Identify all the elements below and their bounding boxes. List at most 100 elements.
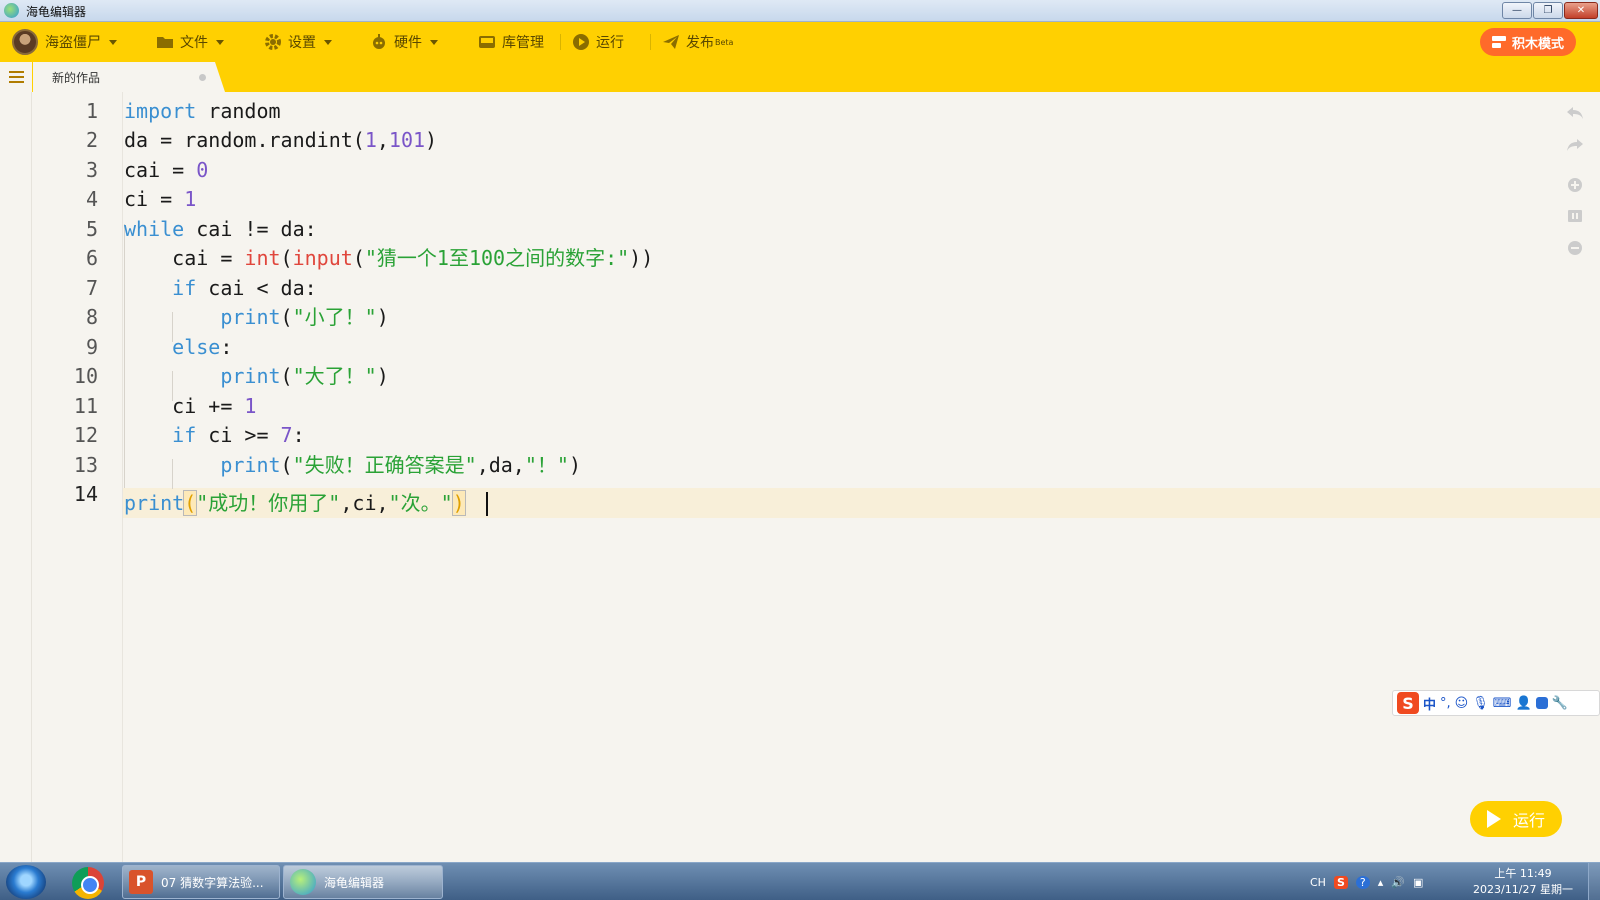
hardware-menu-label: 硬件 (394, 35, 422, 51)
line-number: 8 (85, 305, 98, 329)
code-line: import random (124, 99, 281, 123)
line-number: 14 (73, 482, 98, 506)
code-line: print("小了！") (124, 305, 389, 329)
speaker-icon[interactable]: 🔊 (1391, 876, 1405, 889)
tray-expand-icon[interactable]: ▴ (1378, 876, 1384, 889)
code-editor[interactable]: import random da = random.randint(1,101)… (123, 92, 1600, 862)
sidebar-toggle-icon[interactable] (0, 62, 32, 92)
chevron-down-icon (216, 39, 224, 45)
windows-taskbar: P 07 猜数字算法验... 海龟编辑器 CH S ? ▴ 🔊 ▣ 上午 11:… (0, 862, 1600, 900)
clock-date: 2023/11/27 星期一 (1473, 883, 1573, 896)
emoji-icon[interactable]: ☺ (1455, 696, 1469, 711)
skin-icon[interactable] (1535, 697, 1548, 709)
title-bar: 海龟编辑器 — ❐ ✕ (0, 0, 1600, 22)
tab-new-work[interactable]: 新的作品 (33, 62, 225, 92)
left-panel (0, 92, 32, 862)
ime-punctuation[interactable]: °, (1440, 696, 1451, 711)
input-language-indicator[interactable]: CH (1310, 876, 1326, 889)
code-line: print("成功！你用了",ci,"次。") (124, 490, 466, 516)
system-tray: CH S ? ▴ 🔊 ▣ (1310, 863, 1423, 900)
line-number: 7 (85, 276, 98, 300)
show-desktop-button[interactable] (1588, 863, 1600, 900)
paper-plane-icon (663, 35, 679, 49)
taskbar-item-powerpoint[interactable]: P 07 猜数字算法验... (122, 865, 280, 899)
line-number: 13 (73, 453, 98, 477)
line-number: 3 (85, 158, 98, 182)
clock-time: 上午 11:49 (1494, 867, 1552, 880)
line-number-gutter: 1 2 3 4 5 6 7 8 9 10 11 12 13 14 (32, 92, 123, 862)
tab-label: 新的作品 (52, 71, 101, 85)
ime-toolbar[interactable]: S 中 °, ☺ 🎙 ⌨ 👤 🔧 (1392, 690, 1600, 716)
start-button[interactable] (6, 865, 46, 899)
text-cursor (486, 492, 488, 516)
publish-button[interactable]: 发布 Beta (662, 22, 733, 62)
taskbar-clock[interactable]: 上午 11:49 2023/11/27 星期一 (1468, 866, 1578, 898)
block-mode-button[interactable]: 积木模式 (1480, 28, 1576, 56)
play-circle-icon (573, 34, 589, 50)
close-button[interactable]: ✕ (1564, 2, 1598, 19)
file-menu[interactable]: 文件 (156, 22, 224, 62)
file-menu-label: 文件 (180, 35, 208, 51)
code-line: print("大了！") (124, 364, 389, 388)
code-line: if ci >= 7: (124, 423, 305, 447)
beta-badge: Beta (715, 37, 734, 47)
gear-icon (265, 34, 281, 50)
publish-label: 发布 (686, 35, 714, 51)
microphone-icon[interactable]: 🎙 (1472, 696, 1489, 711)
line-number: 11 (73, 394, 98, 418)
taskbar-item-editor[interactable]: 海龟编辑器 (283, 865, 443, 899)
reset-zoom-icon[interactable] (1565, 206, 1585, 226)
code-line: print("失败！正确答案是",da,"！") (124, 453, 581, 477)
maximize-button[interactable]: ❐ (1533, 2, 1563, 19)
blocks-icon (1491, 36, 1506, 48)
avatar (12, 29, 38, 55)
settings-menu[interactable]: 设置 (264, 22, 332, 62)
library-button[interactable]: 库管理 (478, 22, 544, 62)
keyboard-icon[interactable]: ⌨ (1493, 696, 1512, 711)
robot-icon (373, 34, 385, 49)
ime-language[interactable]: 中 (1423, 694, 1436, 713)
line-number: 9 (85, 335, 98, 359)
play-icon (1486, 810, 1501, 828)
redo-icon[interactable] (1565, 135, 1585, 155)
code-line: cai = 0 (124, 158, 209, 182)
tab-bar: 新的作品 (0, 62, 1600, 92)
turtle-editor-icon (290, 869, 316, 895)
user-menu[interactable]: 海盗僵尸 (12, 22, 117, 62)
run-button-label: 运行 (1512, 811, 1545, 830)
toolbar-divider (560, 34, 561, 50)
zoom-in-icon[interactable] (1565, 175, 1585, 195)
app-icon (4, 3, 19, 18)
line-number: 5 (85, 217, 98, 241)
line-number: 10 (73, 364, 98, 388)
sogou-logo-icon: S (1397, 692, 1419, 714)
chevron-down-icon (324, 39, 332, 45)
zoom-out-icon[interactable] (1565, 238, 1585, 258)
block-mode-label: 积木模式 (1511, 36, 1564, 52)
user-name: 海盗僵尸 (45, 35, 101, 51)
chevron-down-icon (430, 39, 438, 45)
sogou-tray-icon[interactable]: S (1333, 875, 1348, 889)
hardware-menu[interactable]: 硬件 (370, 22, 438, 62)
line-number: 6 (85, 246, 98, 270)
inbox-icon (479, 36, 495, 48)
user-icon[interactable]: 👤 (1516, 696, 1532, 711)
code-line: da = random.randint(1,101) (124, 128, 438, 152)
code-line: cai = int(input("猜一个1至100之间的数字:")) (124, 246, 654, 270)
toolbar-divider (650, 34, 651, 50)
code-line: while cai != da: (124, 217, 317, 241)
code-line: ci = 1 (124, 187, 197, 211)
turtle-editor-window: 海龟编辑器 — ❐ ✕ 海盗僵尸 文件 设置 硬件 库管理 运行 发布 Beta… (0, 0, 1600, 900)
network-icon[interactable]: ▣ (1413, 876, 1423, 889)
code-line: else: (124, 335, 233, 359)
taskbar-item-label: 07 猜数字算法验... (161, 875, 264, 890)
minimize-button[interactable]: — (1502, 2, 1532, 19)
run-toolbar-button[interactable]: 运行 (572, 22, 624, 62)
chrome-icon[interactable] (72, 867, 104, 899)
undo-icon[interactable] (1565, 103, 1585, 123)
folder-icon (157, 37, 173, 48)
help-icon[interactable]: ? (1355, 875, 1370, 889)
settings-menu-label: 设置 (288, 35, 316, 51)
run-button[interactable]: 运行 (1470, 801, 1562, 837)
wrench-icon[interactable]: 🔧 (1552, 696, 1568, 711)
